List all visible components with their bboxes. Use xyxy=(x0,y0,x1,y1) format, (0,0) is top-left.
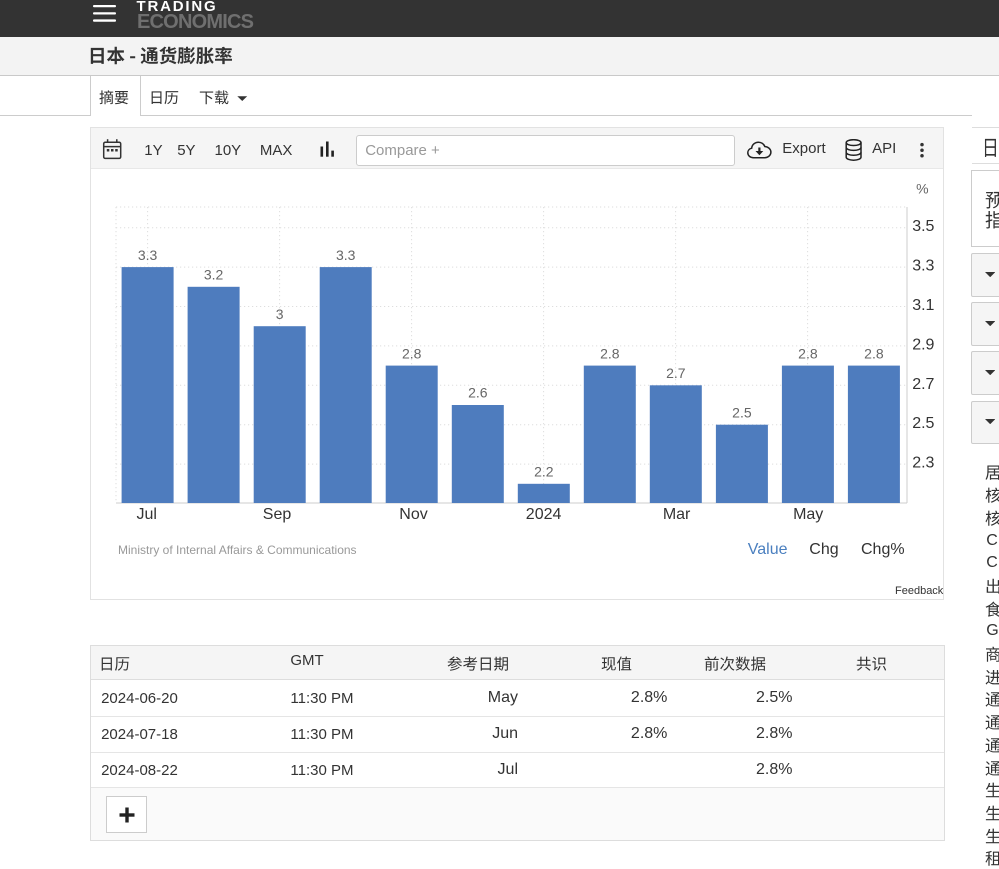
svg-text:%: % xyxy=(916,180,928,196)
svg-text:2024: 2024 xyxy=(526,506,562,523)
svg-text:3.3: 3.3 xyxy=(336,247,356,263)
svg-text:2.8: 2.8 xyxy=(402,345,422,361)
svg-text:3.3: 3.3 xyxy=(138,247,158,263)
svg-text:2.8: 2.8 xyxy=(600,345,620,361)
svg-text:2.8: 2.8 xyxy=(864,345,884,361)
svg-text:3.3: 3.3 xyxy=(912,258,934,275)
svg-text:Sep: Sep xyxy=(263,506,292,523)
svg-text:May: May xyxy=(793,506,823,523)
svg-text:2.8: 2.8 xyxy=(798,345,818,361)
svg-text:Nov: Nov xyxy=(399,506,427,523)
svg-text:2.6: 2.6 xyxy=(468,385,488,401)
svg-text:2.5: 2.5 xyxy=(732,404,752,420)
svg-text:2.3: 2.3 xyxy=(912,455,934,472)
svg-text:Jul: Jul xyxy=(136,506,156,523)
svg-text:2.5: 2.5 xyxy=(912,415,934,432)
svg-text:3.5: 3.5 xyxy=(912,218,934,235)
svg-text:2.9: 2.9 xyxy=(912,336,934,353)
svg-text:2.7: 2.7 xyxy=(912,376,934,393)
svg-text:2.7: 2.7 xyxy=(666,365,686,381)
svg-text:3.1: 3.1 xyxy=(912,297,934,314)
svg-text:2.2: 2.2 xyxy=(534,464,554,480)
svg-text:3.2: 3.2 xyxy=(204,267,224,283)
svg-text:Mar: Mar xyxy=(663,506,691,523)
svg-text:3: 3 xyxy=(276,306,284,322)
